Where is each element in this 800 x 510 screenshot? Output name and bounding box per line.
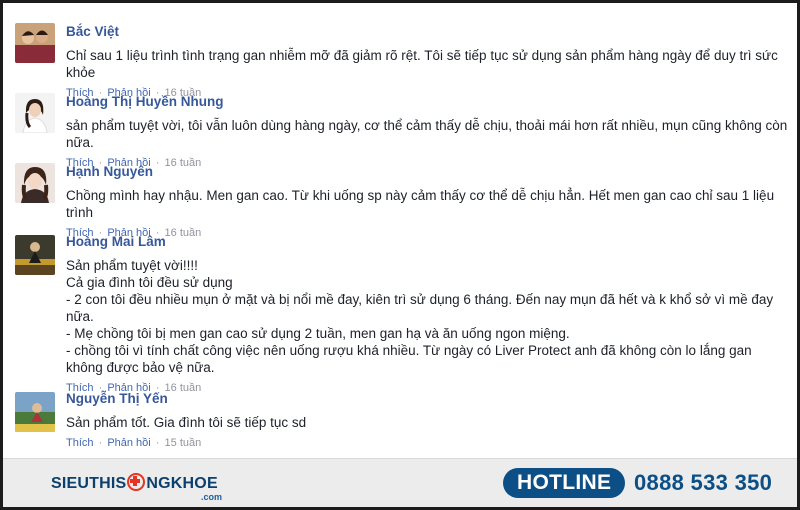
- avatar-photo-icon: [15, 392, 55, 432]
- avatar[interactable]: [15, 392, 55, 432]
- avatar[interactable]: [15, 93, 55, 133]
- comment-list: Bắc Việt Chỉ sau 1 liệu trình tình trạng…: [3, 3, 797, 458]
- brand-domain: .com: [201, 492, 223, 502]
- comment-author[interactable]: Bắc Việt: [66, 24, 119, 40]
- separator: ·: [155, 437, 160, 449]
- comment-text: sản phẩm tuyệt vời, tôi vẫn luôn dùng hà…: [66, 118, 788, 150]
- hotline-phone[interactable]: 0888 533 350: [634, 471, 772, 495]
- avatar[interactable]: [15, 163, 55, 203]
- hotline-label: HOTLINE: [517, 471, 612, 494]
- comment-author[interactable]: Hoàng Mai Lâm: [66, 234, 166, 250]
- health-cross-icon: [127, 473, 146, 491]
- avatar[interactable]: [15, 235, 55, 275]
- comment-time[interactable]: 15 tuần: [165, 437, 202, 449]
- comment-author[interactable]: Hạnh Nguyên: [66, 164, 153, 180]
- avatar-photo-icon: [15, 163, 55, 203]
- screenshot-frame: Bắc Việt Chỉ sau 1 liệu trình tình trạng…: [0, 0, 800, 510]
- brand-logo[interactable]: SIEUTHIS NGKHOE: [51, 473, 218, 493]
- like-link[interactable]: Thích: [66, 437, 94, 449]
- comment-actions: Thích · Phản hồi · 15 tuần: [66, 436, 789, 450]
- brand-name-left: SIEUTHIS: [51, 475, 127, 492]
- footer-banner: SIEUTHIS NGKHOE .com HOTLINE 0888 533 350: [3, 458, 797, 507]
- reply-link[interactable]: Phản hồi: [107, 437, 150, 449]
- avatar-photo-icon: [15, 23, 55, 63]
- brand-name-right: NGKHOE: [146, 475, 218, 492]
- avatar[interactable]: [15, 23, 55, 63]
- comment-text: Chỉ sau 1 liệu trình tình trạng gan nhiễ…: [66, 48, 778, 80]
- comment-author[interactable]: Hoàng Thị Huyền Nhung: [66, 94, 224, 110]
- separator: ·: [98, 437, 103, 449]
- comment-text: Sản phẩm tuyệt vời!!!! Cả gia đình tôi đ…: [66, 258, 774, 375]
- avatar-photo-icon: [15, 235, 55, 275]
- comment-author[interactable]: Nguyễn Thị Yến: [66, 391, 168, 407]
- comment-text: Sản phẩm tốt. Gia đình tôi sẽ tiếp tục s…: [66, 415, 307, 430]
- comment-text: Chồng mình hay nhậu. Men gan cao. Từ khi…: [66, 188, 775, 220]
- avatar-photo-icon: [15, 93, 55, 133]
